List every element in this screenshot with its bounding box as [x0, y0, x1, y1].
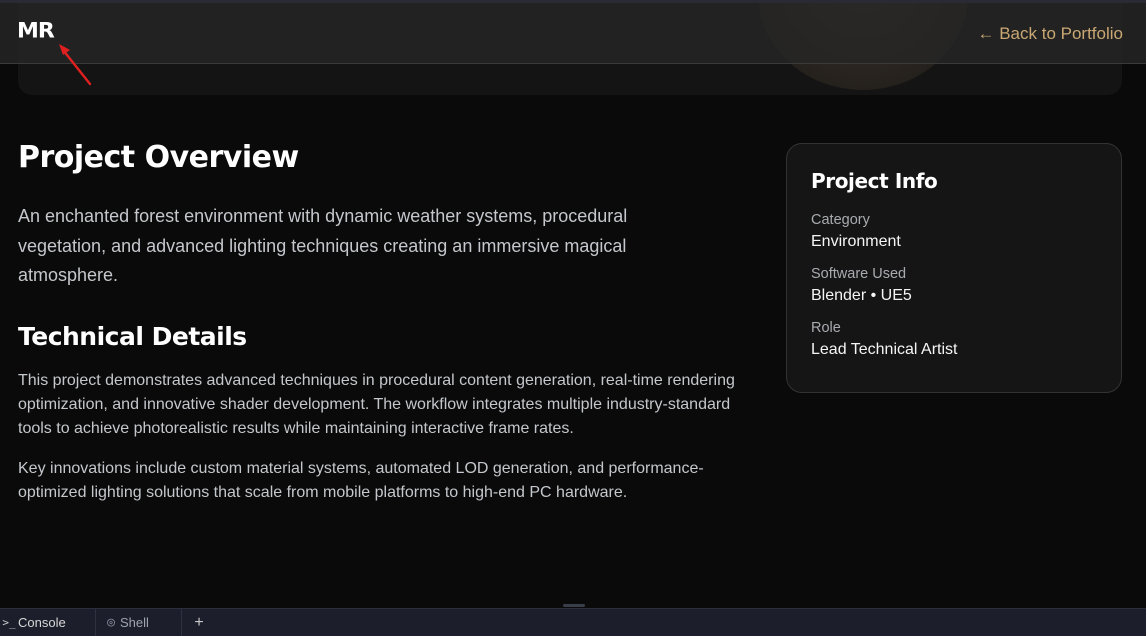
- project-info-card: Project Info Category Environment Softwa…: [786, 143, 1122, 393]
- info-value: Environment: [811, 233, 901, 250]
- terminal-prompt-icon: >_: [2, 616, 16, 629]
- info-field-role: Role Lead Technical Artist: [811, 318, 1097, 362]
- panel-resize-handle[interactable]: [563, 604, 585, 607]
- top-navigation: MR ← Back to Portfolio: [0, 0, 1146, 64]
- info-value: Blender • UE5: [811, 287, 912, 304]
- tab-label: Shell: [120, 615, 149, 630]
- info-field-category: Category Environment: [811, 210, 1097, 254]
- info-field-software: Software Used Blender • UE5: [811, 264, 1097, 308]
- console-tab-bar: >_ Console ◎ Shell +: [0, 608, 1146, 636]
- project-info-title: Project Info: [811, 169, 938, 193]
- tab-shell[interactable]: ◎ Shell: [96, 608, 182, 636]
- project-content: Project Overview An enchanted forest env…: [18, 138, 738, 505]
- site-logo[interactable]: MR: [17, 20, 55, 44]
- info-label: Role: [811, 320, 841, 336]
- technical-paragraph: This project demonstrates advanced techn…: [18, 371, 735, 437]
- add-tab-button[interactable]: +: [182, 614, 216, 632]
- info-label: Category: [811, 212, 870, 228]
- back-to-portfolio-link[interactable]: ← Back to Portfolio: [977, 24, 1123, 44]
- annotation-arrow-icon: [59, 44, 92, 86]
- page: MR ← Back to Portfolio Project Overview …: [0, 0, 1146, 636]
- shell-icon: ◎: [107, 615, 115, 630]
- info-label: Software Used: [811, 266, 907, 282]
- tab-console[interactable]: >_ Console: [0, 608, 96, 636]
- tab-label: Console: [18, 615, 66, 630]
- info-value: Lead Technical Artist: [811, 341, 958, 358]
- project-summary: An enchanted forest environment with dyn…: [18, 206, 628, 285]
- technical-paragraph: Key innovations include custom material …: [18, 459, 704, 501]
- technical-details-heading: Technical Details: [18, 321, 247, 351]
- page-title: Project Overview: [18, 140, 299, 175]
